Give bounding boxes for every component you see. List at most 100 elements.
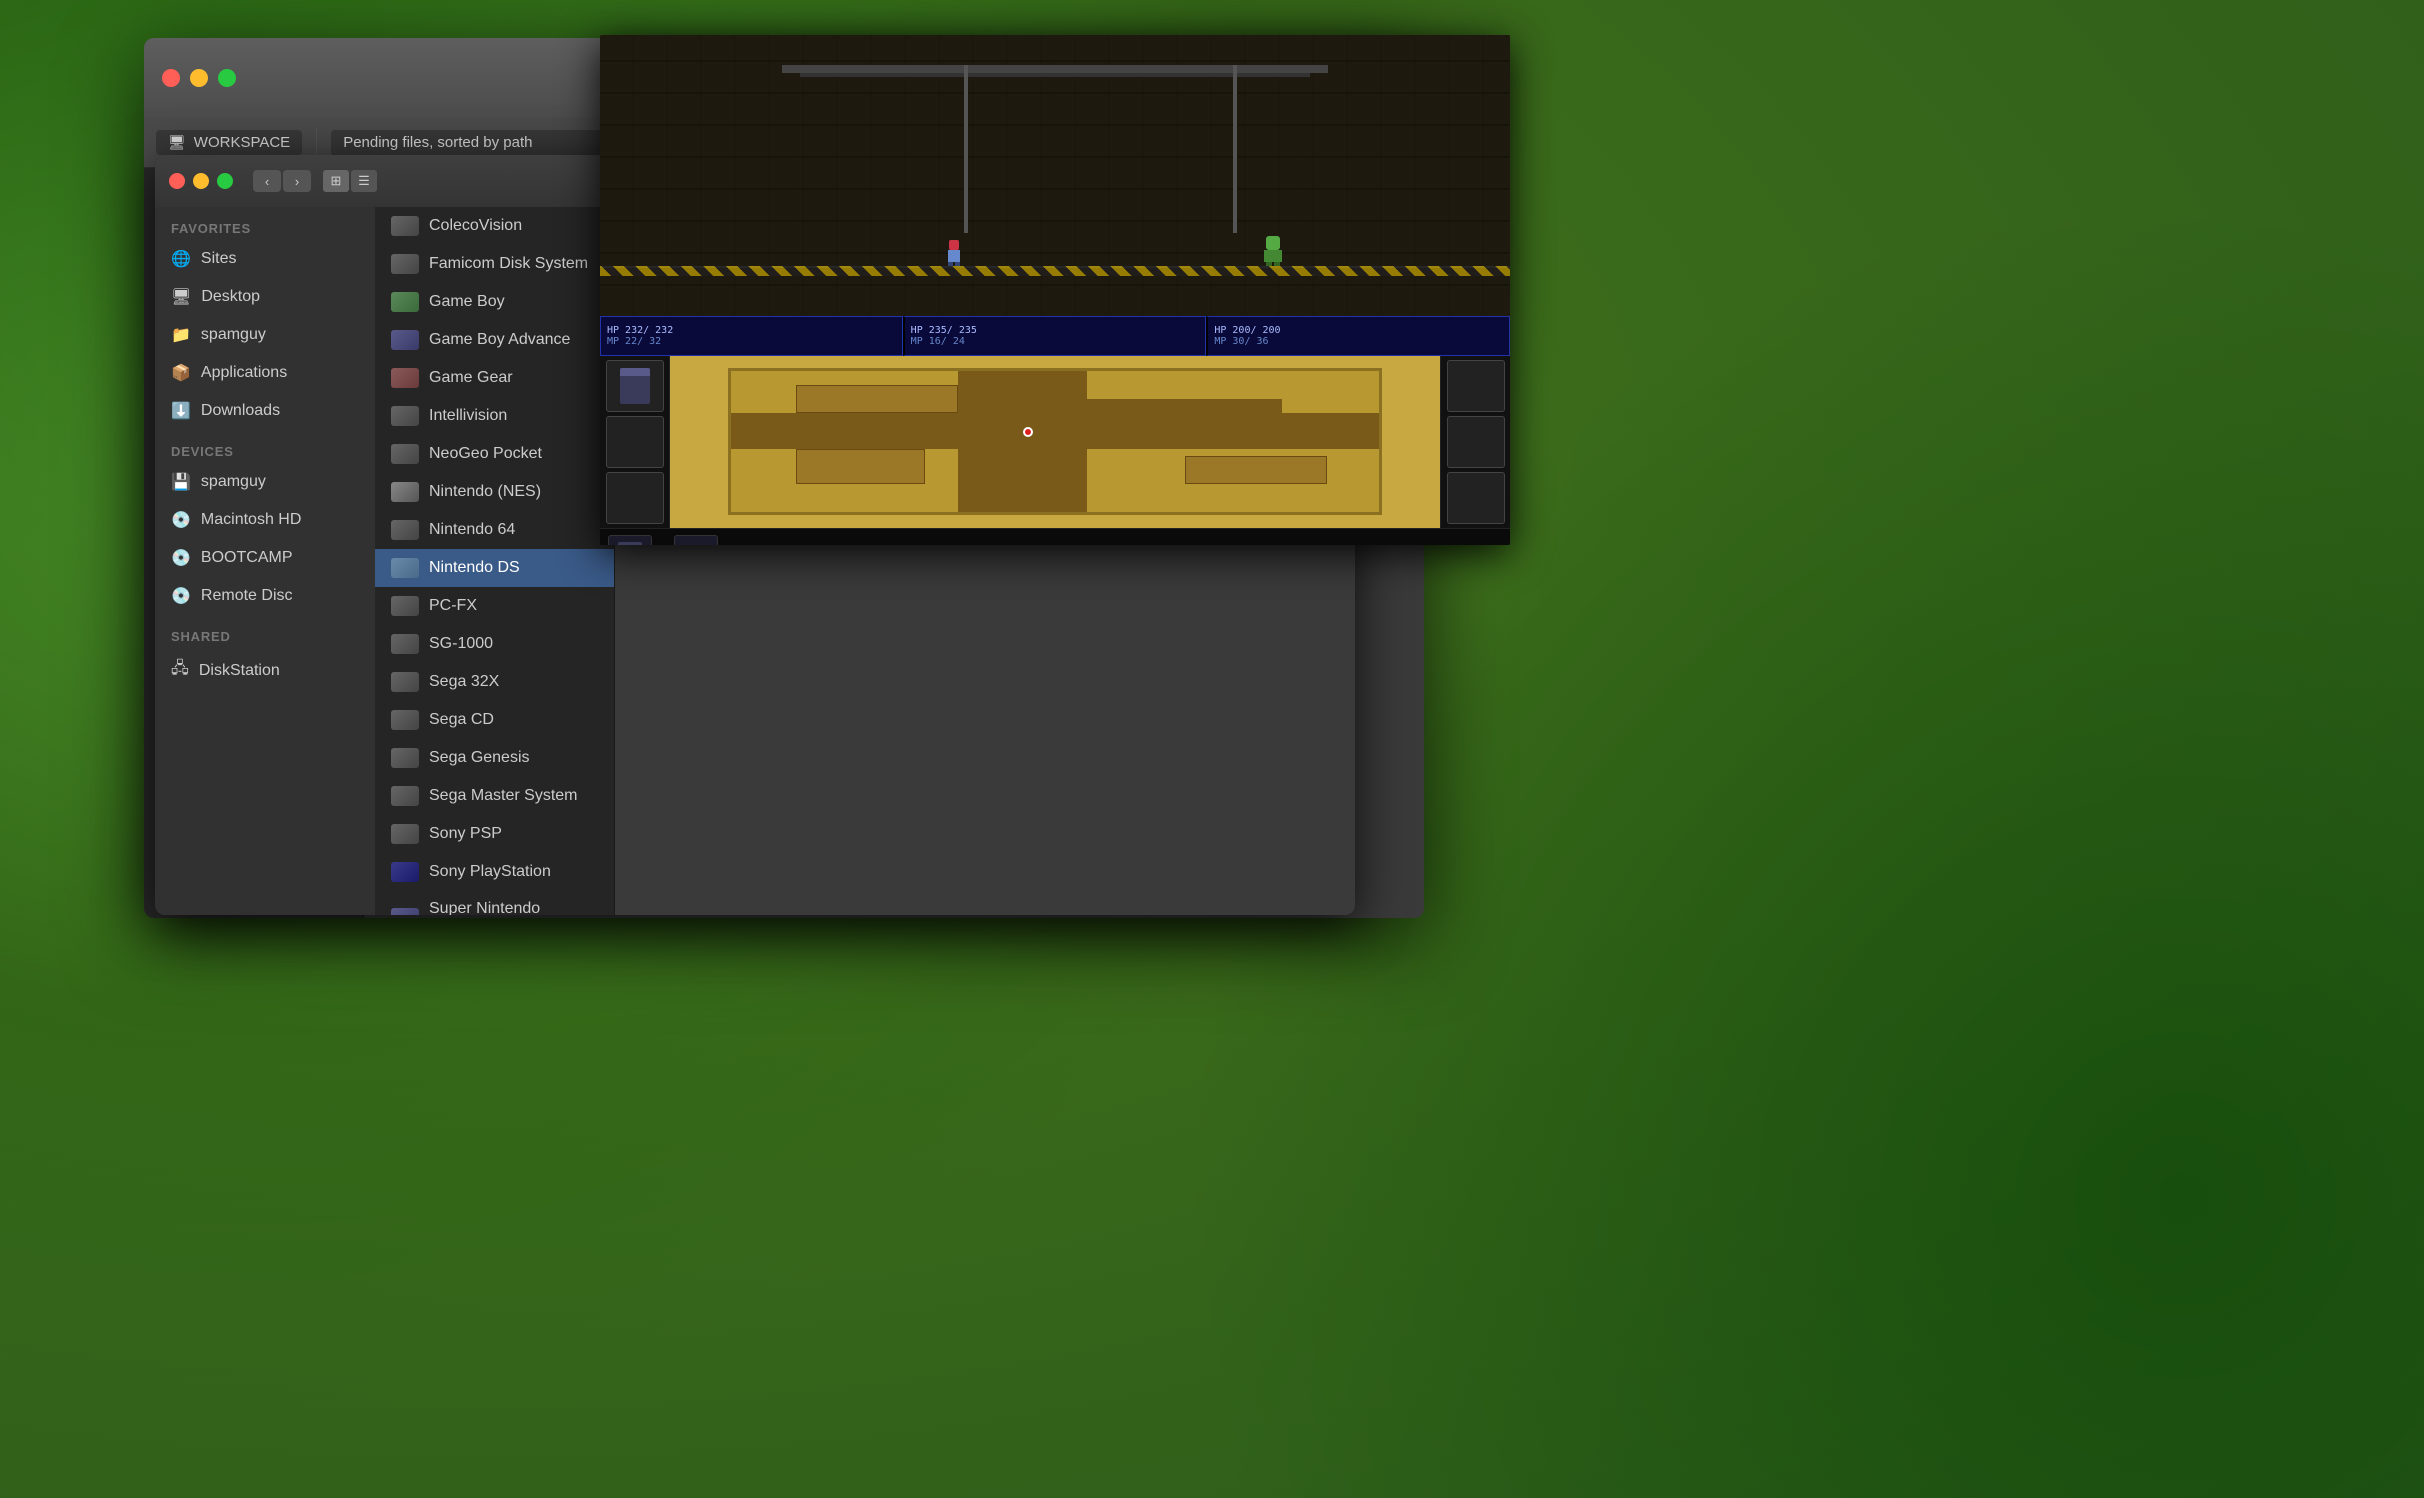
famicom-disk-label: Famicom Disk System xyxy=(429,255,588,273)
shared-header: Shared xyxy=(155,615,375,648)
spamguy-label: spamguy xyxy=(201,326,266,344)
neogeo-pocket-label: NeoGeo Pocket xyxy=(429,445,542,463)
remote-disc-icon: 💿 xyxy=(171,586,191,606)
system-super-nintendo[interactable]: Super Nintendo (SNES) xyxy=(375,891,614,915)
snes-icon xyxy=(391,908,419,915)
sega-cd-label: Sega CD xyxy=(429,711,494,729)
gameplay-top-scene xyxy=(600,35,1510,316)
colecovision-icon xyxy=(391,216,419,236)
map-frame xyxy=(728,368,1383,514)
neogeo-pocket-icon xyxy=(391,444,419,464)
nes-label: Nintendo (NES) xyxy=(429,483,541,501)
sidebar-item-macintosh-hd[interactable]: 💿 Macintosh HD xyxy=(155,501,375,539)
server-icon: 🖧 xyxy=(171,657,189,684)
back-button[interactable]: ‹ xyxy=(253,170,281,192)
applications-label: Applications xyxy=(201,364,287,382)
system-sony-playstation[interactable]: Sony PlayStation xyxy=(375,853,614,891)
game-boy-label: Game Boy xyxy=(429,293,505,311)
n64-label: Nintendo 64 xyxy=(429,521,515,539)
desktop-label: Desktop xyxy=(201,288,260,306)
nes-icon xyxy=(391,482,419,502)
right-icon-3 xyxy=(1447,472,1505,524)
map-area xyxy=(600,356,1510,528)
favorites-header: Favorites xyxy=(155,207,375,240)
sidebar-item-spamguy-device[interactable]: 💾 spamguy xyxy=(155,463,375,501)
maximize-button-oe[interactable] xyxy=(217,173,233,189)
sidebar-item-diskstation[interactable]: 🖧 DiskStation xyxy=(155,648,375,693)
sega-master-label: Sega Master System xyxy=(429,787,578,805)
sega-genesis-icon xyxy=(391,748,419,768)
action-icon-2 xyxy=(674,535,718,545)
list-view-button[interactable]: ☰ xyxy=(351,170,377,192)
forward-button[interactable]: › xyxy=(283,170,311,192)
sega32x-icon xyxy=(391,672,419,692)
sony-psp-icon xyxy=(391,824,419,844)
sony-ps-icon xyxy=(391,862,419,882)
downloads-icon: ⬇️ xyxy=(171,401,191,421)
sites-label: Sites xyxy=(201,250,237,268)
pending-label: Pending files, sorted by path xyxy=(343,134,532,151)
system-sony-psp[interactable]: Sony PSP xyxy=(375,815,614,853)
device-spamguy-label: spamguy xyxy=(201,473,266,491)
player-sprite xyxy=(946,240,962,266)
system-game-gear[interactable]: Game Gear xyxy=(375,359,614,397)
nds-label: Nintendo DS xyxy=(429,559,520,577)
user-icon: 📁 xyxy=(171,325,191,345)
char2-stats: HP 235/ 235 MP 16/ 24 xyxy=(903,316,1207,356)
sega-master-icon xyxy=(391,786,419,806)
sidebar-item-sites[interactable]: 🌐 Sites xyxy=(155,240,375,278)
sega-cd-icon xyxy=(391,710,419,730)
system-nintendo-nes[interactable]: Nintendo (NES) xyxy=(375,473,614,511)
sidebar-item-downloads[interactable]: ⬇️ Downloads xyxy=(155,392,375,430)
system-game-boy-advance[interactable]: Game Boy Advance xyxy=(375,321,614,359)
sidebar-item-remote-disc[interactable]: 💿 Remote Disc xyxy=(155,577,375,615)
system-pc-fx[interactable]: PC-FX xyxy=(375,587,614,625)
pillar-1 xyxy=(964,65,968,233)
close-button-oe[interactable] xyxy=(169,173,185,189)
workspace-label: 🖥 WORKSPACE xyxy=(156,130,302,155)
sony-playstation-label: Sony PlayStation xyxy=(429,863,551,881)
char3-stats: HP 200/ 200 MP 30/ 36 xyxy=(1206,316,1510,356)
maximize-button[interactable] xyxy=(218,69,236,87)
sidebar-item-spamguy[interactable]: 📁 spamguy xyxy=(155,316,375,354)
char1-stats: HP 232/ 232 MP 22/ 32 xyxy=(600,316,903,356)
hd-icon: 💾 xyxy=(171,472,191,492)
sidebar-spacer xyxy=(155,693,375,703)
shared-section: Shared 🖧 DiskStation xyxy=(155,615,375,693)
sidebar-item-desktop[interactable]: 🖥 Desktop xyxy=(155,278,375,316)
char2-hp: HP 235/ 235 xyxy=(911,325,1200,336)
workspace-text: WORKSPACE xyxy=(194,134,290,151)
devices-section: Devices 💾 spamguy 💿 Macintosh HD 💿 BOOTC… xyxy=(155,430,375,615)
minimize-button-oe[interactable] xyxy=(193,173,209,189)
sidebar-item-bootcamp[interactable]: 💿 BOOTCAMP xyxy=(155,539,375,577)
devices-header: Devices xyxy=(155,430,375,463)
close-button[interactable] xyxy=(162,69,180,87)
system-intellivision[interactable]: Intellivision xyxy=(375,397,614,435)
minimize-button[interactable] xyxy=(190,69,208,87)
system-sg-1000[interactable]: SG-1000 xyxy=(375,625,614,663)
system-nintendo-64[interactable]: Nintendo 64 xyxy=(375,511,614,549)
system-neogeo-pocket[interactable]: NeoGeo Pocket xyxy=(375,435,614,473)
system-sega-cd[interactable]: Sega CD xyxy=(375,701,614,739)
system-famicom-disk[interactable]: Famicom Disk System xyxy=(375,245,614,283)
sega-genesis-label: Sega Genesis xyxy=(429,749,530,767)
bottom-action-bar xyxy=(600,528,1510,546)
window-controls xyxy=(162,69,236,87)
enemy-head xyxy=(1266,236,1280,250)
grid-view-button[interactable]: ⊞ xyxy=(323,170,349,192)
famicom-disk-icon xyxy=(391,254,419,274)
system-nintendo-ds[interactable]: Nintendo DS xyxy=(375,549,614,587)
right-icon-1 xyxy=(1447,360,1505,412)
system-sega-genesis[interactable]: Sega Genesis xyxy=(375,739,614,777)
panel-icon-1 xyxy=(606,360,664,412)
sidebar-item-applications[interactable]: 📦 Applications xyxy=(155,354,375,392)
sg1000-icon xyxy=(391,634,419,654)
system-sega-32x[interactable]: Sega 32X xyxy=(375,663,614,701)
battle-stats-bar: HP 232/ 232 MP 22/ 32 HP 235/ 235 MP 16/… xyxy=(600,316,1510,356)
system-game-boy[interactable]: Game Boy xyxy=(375,283,614,321)
char2-mp: MP 16/ 24 xyxy=(911,336,1200,347)
system-colecovision[interactable]: ColecoVision xyxy=(375,207,614,245)
macintosh-hd-label: Macintosh HD xyxy=(201,511,301,529)
right-icon-2 xyxy=(1447,416,1505,468)
system-sega-master[interactable]: Sega Master System xyxy=(375,777,614,815)
